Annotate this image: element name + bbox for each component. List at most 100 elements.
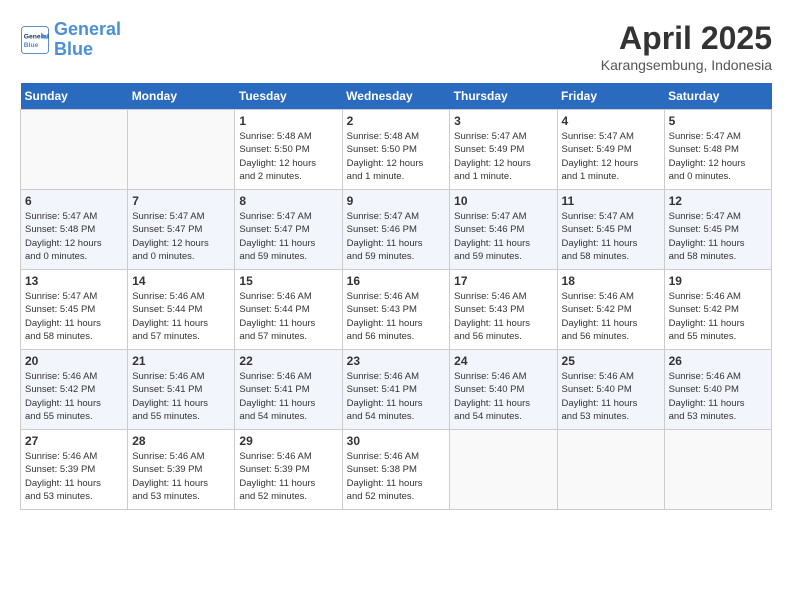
day-info: Sunrise: 5:46 AM Sunset: 5:42 PM Dayligh…: [669, 290, 767, 343]
calendar-cell: 26 Sunrise: 5:46 AM Sunset: 5:40 PM Dayli…: [664, 350, 771, 430]
calendar-cell: 29Sunrise: 5:46 AM Sunset: 5:39 PM Dayli…: [235, 430, 342, 510]
calendar-cell: 4 Sunrise: 5:47 AM Sunset: 5:49 PM Daylig…: [557, 110, 664, 190]
logo: General Blue GeneralBlue: [20, 20, 121, 60]
title-block: April 2025 Karangsembung, Indonesia: [601, 20, 772, 73]
day-info: Sunrise: 5:46 AM Sunset: 5:43 PM Dayligh…: [454, 290, 552, 343]
day-info: Sunrise: 5:46 AM Sunset: 5:40 PM Dayligh…: [669, 370, 767, 423]
day-number: 13: [25, 274, 123, 288]
calendar-week-row: 20 Sunrise: 5:46 AM Sunset: 5:42 PM Dayli…: [21, 350, 772, 430]
calendar-cell: 23 Sunrise: 5:46 AM Sunset: 5:41 PM Dayli…: [342, 350, 450, 430]
calendar-cell: 3 Sunrise: 5:47 AM Sunset: 5:49 PM Daylig…: [450, 110, 557, 190]
calendar-cell: 28 Sunrise: 5:46 AM Sunset: 5:39 PM Dayli…: [128, 430, 235, 510]
day-info: Sunrise: 5:47 AM Sunset: 5:49 PM Dayligh…: [454, 130, 552, 183]
calendar-cell: 7Sunrise: 5:47 AM Sunset: 5:47 PM Daylig…: [128, 190, 235, 270]
day-number: 23: [347, 354, 446, 368]
day-info: Sunrise: 5:46 AM Sunset: 5:39 PM Dayligh…: [239, 450, 337, 503]
logo-icon: General Blue: [20, 25, 50, 55]
day-info: Sunrise: 5:46 AM Sunset: 5:42 PM Dayligh…: [25, 370, 123, 423]
day-number: 4: [562, 114, 660, 128]
day-info: Sunrise: 5:47 AM Sunset: 5:48 PM Dayligh…: [25, 210, 123, 263]
day-number: 3: [454, 114, 552, 128]
calendar-cell: 9Sunrise: 5:47 AM Sunset: 5:46 PM Daylig…: [342, 190, 450, 270]
weekday-header: Saturday: [664, 83, 771, 110]
day-number: 12: [669, 194, 767, 208]
day-info: Sunrise: 5:47 AM Sunset: 5:45 PM Dayligh…: [562, 210, 660, 263]
calendar-cell: 8 Sunrise: 5:47 AM Sunset: 5:47 PM Daylig…: [235, 190, 342, 270]
day-number: 30: [347, 434, 446, 448]
calendar-cell: 12 Sunrise: 5:47 AM Sunset: 5:45 PM Dayli…: [664, 190, 771, 270]
day-number: 20: [25, 354, 123, 368]
day-number: 18: [562, 274, 660, 288]
calendar-cell: 25 Sunrise: 5:46 AM Sunset: 5:40 PM Dayli…: [557, 350, 664, 430]
weekday-header: Friday: [557, 83, 664, 110]
day-info: Sunrise: 5:47 AM Sunset: 5:48 PM Dayligh…: [669, 130, 767, 183]
day-number: 1: [239, 114, 337, 128]
day-number: 8: [239, 194, 337, 208]
day-info: Sunrise: 5:46 AM Sunset: 5:41 PM Dayligh…: [239, 370, 337, 423]
calendar-cell: [557, 430, 664, 510]
day-info: Sunrise: 5:48 AM Sunset: 5:50 PM Dayligh…: [239, 130, 337, 183]
day-number: 11: [562, 194, 660, 208]
day-number: 5: [669, 114, 767, 128]
day-number: 6: [25, 194, 123, 208]
calendar-cell: 30 Sunrise: 5:46 AM Sunset: 5:38 PM Dayli…: [342, 430, 450, 510]
calendar-table: SundayMondayTuesdayWednesdayThursdayFrid…: [20, 83, 772, 510]
calendar-cell: 14 Sunrise: 5:46 AM Sunset: 5:44 PM Dayli…: [128, 270, 235, 350]
calendar-cell: 2 Sunrise: 5:48 AM Sunset: 5:50 PM Daylig…: [342, 110, 450, 190]
day-number: 14: [132, 274, 230, 288]
day-info: Sunrise: 5:47 AM Sunset: 5:46 PM Dayligh…: [347, 210, 446, 263]
day-info: Sunrise: 5:47 AM Sunset: 5:46 PM Dayligh…: [454, 210, 552, 263]
calendar-cell: 5 Sunrise: 5:47 AM Sunset: 5:48 PM Daylig…: [664, 110, 771, 190]
day-info: Sunrise: 5:46 AM Sunset: 5:38 PM Dayligh…: [347, 450, 446, 503]
calendar-cell: 22 Sunrise: 5:46 AM Sunset: 5:41 PM Dayli…: [235, 350, 342, 430]
calendar-cell: 11 Sunrise: 5:47 AM Sunset: 5:45 PM Dayli…: [557, 190, 664, 270]
day-number: 24: [454, 354, 552, 368]
weekday-header: Monday: [128, 83, 235, 110]
day-number: 10: [454, 194, 552, 208]
day-info: Sunrise: 5:46 AM Sunset: 5:44 PM Dayligh…: [132, 290, 230, 343]
day-info: Sunrise: 5:48 AM Sunset: 5:50 PM Dayligh…: [347, 130, 446, 183]
day-number: 15: [239, 274, 337, 288]
calendar-cell: 15Sunrise: 5:46 AM Sunset: 5:44 PM Dayli…: [235, 270, 342, 350]
calendar-cell: 17Sunrise: 5:46 AM Sunset: 5:43 PM Dayli…: [450, 270, 557, 350]
day-info: Sunrise: 5:46 AM Sunset: 5:41 PM Dayligh…: [347, 370, 446, 423]
calendar-cell: [450, 430, 557, 510]
day-number: 25: [562, 354, 660, 368]
calendar-week-row: 27 Sunrise: 5:46 AM Sunset: 5:39 PM Dayli…: [21, 430, 772, 510]
day-number: 2: [347, 114, 446, 128]
calendar-cell: 27 Sunrise: 5:46 AM Sunset: 5:39 PM Dayli…: [21, 430, 128, 510]
calendar-week-row: 6 Sunrise: 5:47 AM Sunset: 5:48 PM Daylig…: [21, 190, 772, 270]
day-info: Sunrise: 5:46 AM Sunset: 5:40 PM Dayligh…: [562, 370, 660, 423]
day-info: Sunrise: 5:46 AM Sunset: 5:39 PM Dayligh…: [25, 450, 123, 503]
calendar-cell: 24 Sunrise: 5:46 AM Sunset: 5:40 PM Dayli…: [450, 350, 557, 430]
calendar-cell: 21 Sunrise: 5:46 AM Sunset: 5:41 PM Dayli…: [128, 350, 235, 430]
day-info: Sunrise: 5:46 AM Sunset: 5:41 PM Dayligh…: [132, 370, 230, 423]
day-number: 21: [132, 354, 230, 368]
day-info: Sunrise: 5:46 AM Sunset: 5:39 PM Dayligh…: [132, 450, 230, 503]
day-info: Sunrise: 5:46 AM Sunset: 5:40 PM Dayligh…: [454, 370, 552, 423]
calendar-cell: [21, 110, 128, 190]
day-number: 26: [669, 354, 767, 368]
day-info: Sunrise: 5:47 AM Sunset: 5:47 PM Dayligh…: [239, 210, 337, 263]
day-info: Sunrise: 5:46 AM Sunset: 5:42 PM Dayligh…: [562, 290, 660, 343]
day-info: Sunrise: 5:47 AM Sunset: 5:49 PM Dayligh…: [562, 130, 660, 183]
day-number: 16: [347, 274, 446, 288]
weekday-header: Sunday: [21, 83, 128, 110]
calendar-cell: 13 Sunrise: 5:47 AM Sunset: 5:45 PM Dayli…: [21, 270, 128, 350]
month-title: April 2025: [601, 20, 772, 57]
calendar-cell: [664, 430, 771, 510]
day-info: Sunrise: 5:46 AM Sunset: 5:43 PM Dayligh…: [347, 290, 446, 343]
day-info: Sunrise: 5:47 AM Sunset: 5:45 PM Dayligh…: [25, 290, 123, 343]
logo-text: GeneralBlue: [54, 20, 121, 60]
day-number: 27: [25, 434, 123, 448]
day-info: Sunrise: 5:47 AM Sunset: 5:45 PM Dayligh…: [669, 210, 767, 263]
day-number: 22: [239, 354, 337, 368]
weekday-header: Wednesday: [342, 83, 450, 110]
day-number: 19: [669, 274, 767, 288]
svg-text:Blue: Blue: [24, 42, 39, 49]
day-number: 7: [132, 194, 230, 208]
calendar-header-row: SundayMondayTuesdayWednesdayThursdayFrid…: [21, 83, 772, 110]
day-number: 28: [132, 434, 230, 448]
calendar-cell: 16 Sunrise: 5:46 AM Sunset: 5:43 PM Dayli…: [342, 270, 450, 350]
calendar-cell: 1 Sunrise: 5:48 AM Sunset: 5:50 PM Daylig…: [235, 110, 342, 190]
